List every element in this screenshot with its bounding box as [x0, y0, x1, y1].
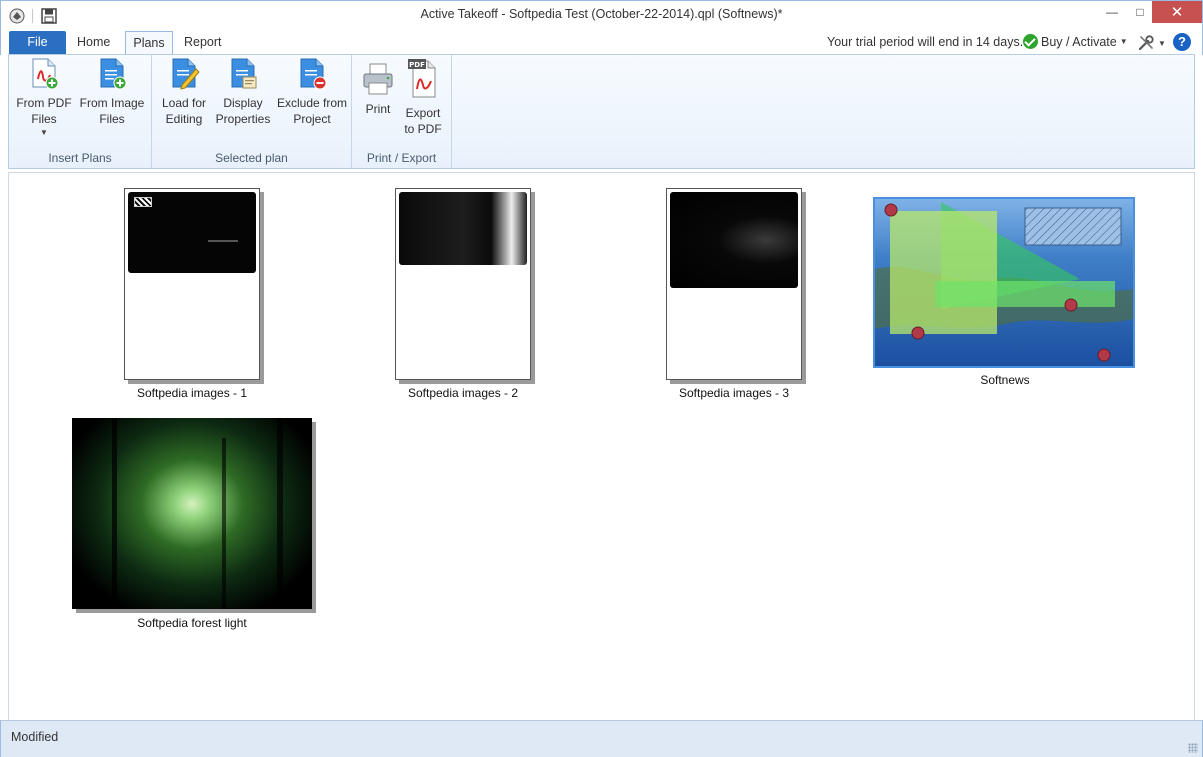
plan-image: [670, 192, 798, 288]
plan-image[interactable]: [72, 418, 312, 609]
export-line1: Export: [405, 106, 441, 120]
ribbon-tab-row: File Home Plans Report Your trial period…: [0, 30, 1203, 55]
hatched-box: [134, 197, 152, 207]
export-line2: to PDF: [404, 122, 442, 136]
tab-file[interactable]: File: [9, 31, 66, 55]
from-pdf-line1: From PDF: [16, 96, 72, 110]
buy-activate-button[interactable]: Buy / Activate ▼: [1023, 34, 1128, 49]
tab-plans[interactable]: Plans: [125, 31, 173, 55]
from-pdf-line2: Files: [31, 112, 57, 126]
tree-trunk: [277, 418, 283, 609]
properties-icon: [231, 58, 257, 89]
plan-page[interactable]: [395, 188, 531, 380]
tree-trunk: [112, 418, 117, 609]
plan-caption: Softpedia images - 1: [136, 386, 248, 400]
plan-image: [399, 192, 527, 265]
pdf-add-icon: [32, 58, 59, 90]
display-properties-button[interactable]: Display Properties: [212, 57, 274, 127]
display-props-line1: Display: [223, 96, 263, 110]
from-image-line2: Files: [99, 112, 125, 126]
plans-view: Softpedia images - 1 Softpedia images - …: [8, 172, 1195, 720]
group-selected-plan: Load for Editing Display Properties Excl…: [152, 55, 352, 168]
image-detail: [208, 240, 238, 242]
display-props-line2: Properties: [215, 112, 271, 126]
from-image-line1: From Image: [79, 96, 145, 110]
tab-home[interactable]: Home: [67, 31, 120, 55]
status-bar: Modified: [0, 720, 1203, 757]
pdf-export-icon: PDF: [408, 59, 436, 98]
resize-grip-icon[interactable]: [1188, 743, 1198, 753]
buy-activate-label: Buy / Activate: [1041, 34, 1117, 49]
exclude-line1: Exclude from: [276, 96, 348, 110]
trial-notice: Your trial period will end in 14 days.: [827, 35, 1024, 49]
exclude-line2: Project: [293, 112, 331, 126]
image-add-icon: [100, 58, 127, 90]
plan-page[interactable]: [873, 197, 1135, 368]
group-print-export: Print PDF Export to PDF Print / Export: [352, 55, 452, 168]
load-editing-line2: Editing: [165, 112, 203, 126]
tab-report[interactable]: Report: [174, 31, 232, 55]
group-insert-plans: From PDF Files ▼ From Image Files Insert…: [9, 55, 152, 168]
group-label-print-export: Print / Export: [366, 151, 437, 165]
options-button[interactable]: ▼: [1137, 34, 1167, 52]
load-editing-line1: Load for: [161, 96, 207, 110]
check-icon: [1023, 34, 1038, 49]
close-button[interactable]: ✕: [1152, 1, 1202, 23]
group-label-insert-plans: Insert Plans: [48, 151, 112, 165]
print-button[interactable]: Print: [356, 61, 400, 117]
status-text: Modified: [11, 730, 59, 744]
maximize-button[interactable]: □: [1126, 1, 1154, 23]
printer-icon: [363, 63, 393, 95]
title-bar: Active Takeoff - Softpedia Test (October…: [0, 0, 1203, 30]
export-to-pdf-button[interactable]: PDF Export to PDF: [400, 57, 446, 137]
plan-page[interactable]: [666, 188, 802, 380]
plan-image: [128, 192, 256, 273]
ribbon-panel: From PDF Files ▼ From Image Files Insert…: [8, 54, 1195, 169]
chevron-down-icon: ▼: [1119, 37, 1128, 46]
from-pdf-files-button[interactable]: From PDF Files ▼: [13, 57, 75, 139]
plan-caption: Softpedia images - 3: [678, 386, 790, 400]
from-image-files-button[interactable]: From Image Files: [77, 57, 147, 127]
plan-caption: Softnews: [980, 373, 1030, 387]
help-icon[interactable]: ?: [1173, 33, 1191, 51]
edit-plan-icon: [172, 58, 200, 90]
plan-page[interactable]: [124, 188, 260, 380]
print-label: Print: [365, 102, 391, 116]
exclude-icon: [300, 58, 327, 90]
tree-trunk: [222, 438, 226, 609]
plan-caption: Softpedia images - 2: [407, 386, 519, 400]
load-for-editing-button[interactable]: Load for Editing: [156, 57, 212, 127]
plan-image: [875, 199, 1133, 366]
plan-caption: Softpedia forest light: [137, 616, 247, 630]
minimize-button[interactable]: —: [1098, 1, 1126, 23]
window-title: Active Takeoff - Softpedia Test (October…: [420, 7, 783, 21]
chevron-down-icon: ▼: [1158, 38, 1166, 48]
tools-icon: [1138, 35, 1154, 51]
pdf-badge-text: PDF: [409, 61, 425, 69]
exclude-from-project-button[interactable]: Exclude from Project: [274, 57, 350, 127]
chevron-down-icon[interactable]: ▼: [13, 127, 75, 139]
group-label-selected-plan: Selected plan: [215, 151, 288, 165]
